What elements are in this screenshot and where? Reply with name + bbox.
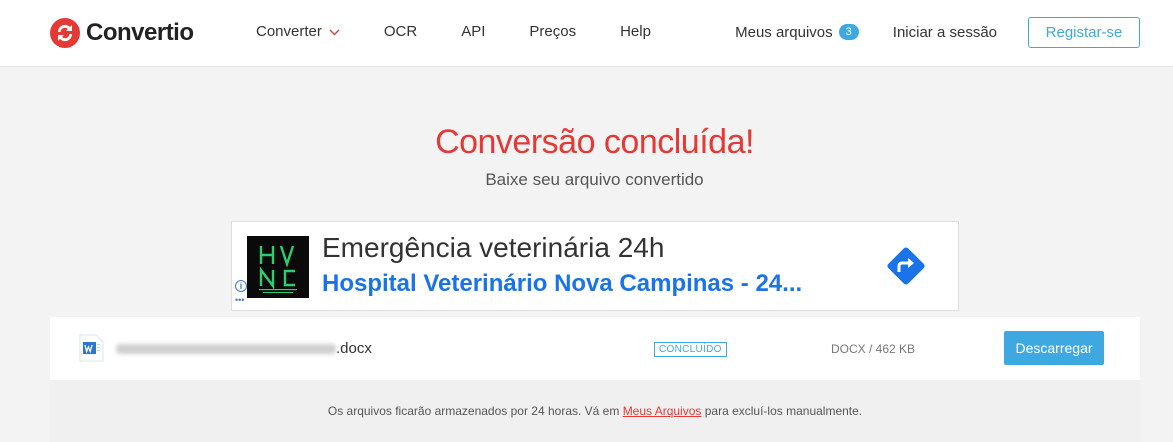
- my-files-label: Meus arquivos: [735, 23, 833, 41]
- nav-converter-label: Converter: [256, 23, 322, 40]
- nav-converter[interactable]: Converter: [256, 22, 340, 42]
- page-subtitle: Baixe seu arquivo convertido: [485, 170, 704, 189]
- logo[interactable]: Convertio: [50, 17, 194, 49]
- nav-help[interactable]: Help: [620, 22, 651, 42]
- logo-text: Convertio: [86, 19, 194, 46]
- my-files-link[interactable]: Meus arquivos 3: [735, 24, 859, 41]
- directions-arrow-icon[interactable]: [882, 242, 930, 290]
- register-button[interactable]: Registar-se: [1028, 16, 1140, 48]
- top-header: Convertio Converter OCR API Preços Help …: [0, 0, 1173, 67]
- nav-api[interactable]: API: [461, 22, 485, 42]
- main-nav: Converter OCR API Preços Help: [256, 22, 695, 42]
- storage-info-text: Os arquivos ficarão armazenados por 24 h…: [50, 404, 1140, 418]
- ad-info-icon[interactable]: i: [235, 280, 247, 292]
- ad-headline[interactable]: Emergência veterinária 24h: [322, 232, 664, 264]
- hvnc-logo: [247, 236, 309, 298]
- file-size: DOCX / 462 KB: [831, 342, 916, 356]
- account-nav: Meus arquivos 3 Iniciar a sessão Regista…: [735, 16, 1140, 48]
- nav-precos[interactable]: Preços: [529, 22, 576, 42]
- file-name: .docx: [116, 340, 372, 357]
- nav-ocr[interactable]: OCR: [384, 22, 417, 42]
- ad-options-icon[interactable]: •••: [235, 296, 244, 305]
- login-link[interactable]: Iniciar a sessão: [893, 24, 997, 41]
- file-extension: .docx: [336, 340, 372, 357]
- ad-subline[interactable]: Hospital Veterinário Nova Campinas - 24.…: [322, 270, 802, 298]
- converted-file-row: .docx CONCLUÍDO DOCX / 462 KB Descarrega…: [50, 317, 1140, 380]
- info-box: Os arquivos ficarão armazenados por 24 h…: [50, 380, 1140, 442]
- my-files-count-badge: 3: [838, 24, 859, 40]
- page-title: Conversão concluída!: [435, 123, 754, 161]
- word-file-icon: [79, 334, 104, 362]
- convertio-logo-icon: [50, 18, 80, 48]
- status-badge: CONCLUÍDO: [654, 342, 727, 357]
- ad-banner[interactable]: Emergência veterinária 24h Hospital Vete…: [231, 221, 959, 311]
- chevron-down-icon: [329, 29, 340, 35]
- download-button[interactable]: Descarregar: [1004, 331, 1104, 365]
- info-text-before: Os arquivos ficarão armazenados por 24 h…: [327, 404, 623, 418]
- my-files-info-link[interactable]: Meus Arquivos: [623, 404, 702, 418]
- info-text-after: para excluí-los manualmente.: [701, 404, 863, 418]
- blurred-filename: [116, 344, 336, 355]
